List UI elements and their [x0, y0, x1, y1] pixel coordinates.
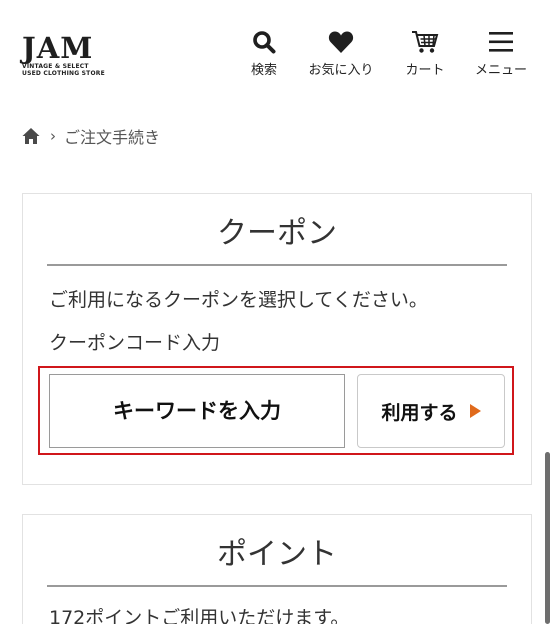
- search-icon: [253, 31, 276, 54]
- coupon-title: クーポン: [47, 214, 507, 266]
- breadcrumb: › ご注文手続き: [22, 124, 160, 148]
- site-logo[interactable]: JAM VINTAGE & SELECT USED CLOTHING STORE: [22, 34, 106, 78]
- coupon-input-group: 利用する: [38, 366, 514, 455]
- logo-sub-text-2: USED CLOTHING STORE: [22, 70, 105, 77]
- nav-favorites-label: お気に入り: [308, 63, 374, 78]
- point-available-text: 172ポイントご利用いただけます。: [49, 607, 350, 624]
- site-header: JAM VINTAGE & SELECT USED CLOTHING STORE…: [0, 0, 554, 90]
- scrollbar[interactable]: [545, 452, 550, 624]
- cart-icon: [412, 31, 439, 53]
- nav-search-label: 検索: [250, 63, 277, 78]
- chevron-right-icon: ›: [50, 127, 56, 145]
- menu-icon: [489, 32, 513, 52]
- coupon-code-label: クーポンコード入力: [49, 332, 221, 354]
- nav-menu-label: メニュー: [474, 63, 527, 78]
- coupon-description: ご利用になるクーポンを選択してください。: [49, 289, 428, 311]
- use-coupon-button[interactable]: 利用する: [357, 374, 505, 448]
- breadcrumb-current: ご注文手続き: [64, 128, 161, 147]
- use-coupon-label: 利用する: [381, 401, 458, 424]
- coupon-code-input[interactable]: [49, 374, 345, 448]
- nav-search[interactable]: 検索: [246, 30, 282, 78]
- coupon-card: クーポン ご利用になるクーポンを選択してください。 クーポンコード入力 利用する: [22, 193, 532, 485]
- nav-cart[interactable]: カート: [400, 30, 450, 78]
- point-card: ポイント 172ポイントご利用いただけます。: [22, 514, 532, 624]
- point-title: ポイント: [47, 535, 507, 587]
- logo-sub-text-1: VINTAGE & SELECT: [22, 63, 89, 70]
- home-icon[interactable]: [22, 127, 40, 145]
- heart-icon: [328, 31, 354, 53]
- nav-cart-label: カート: [405, 63, 445, 78]
- nav-favorites[interactable]: お気に入り: [302, 30, 380, 78]
- nav-menu[interactable]: メニュー: [470, 30, 532, 78]
- triangle-right-icon: [469, 404, 481, 418]
- logo-main-text: JAM: [22, 31, 94, 65]
